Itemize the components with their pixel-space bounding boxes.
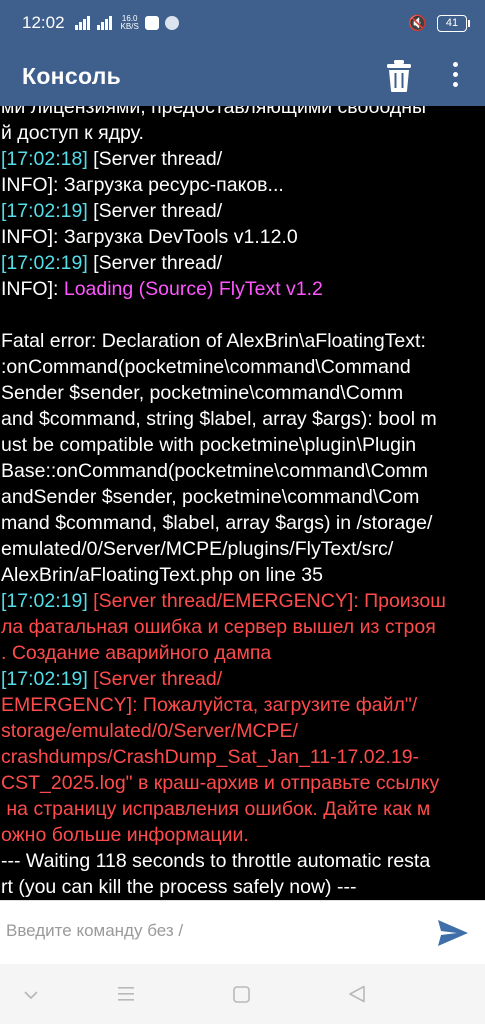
console-segment: [Server thread/ [87,200,223,222]
console-line: Sender $sender, pocketmine\command\Comm [1,380,485,406]
console-segment: rt (you can kill the process safely now)… [1,876,357,898]
command-input-bar: Введите команду без / [0,900,485,964]
console-line: на страницу исправления ошибок. Дайте ка… [1,796,485,822]
console-line: ми лицензиями, предоставляющими свободны [1,106,485,120]
console-segment: Fatal error: Declaration of AlexBrin\aFl… [1,330,426,352]
console-segment: ла фатальная ошибка и сервер вышел из ст… [1,616,436,638]
console-segment: and $command, string $label, array $args… [1,408,437,430]
console-lines: ми лицензиями, предоставляющими свободны… [0,106,485,900]
console-segment: [17:02:19] [1,668,88,690]
console-output[interactable]: ми лицензиями, предоставляющими свободны… [0,106,485,900]
nav-home-icon[interactable] [233,986,250,1003]
console-segment: INFO]: Загрузка DevTools v1.12.0 [1,226,298,248]
nav-back-icon[interactable] [348,985,366,1003]
console-line: INFO]: Загрузка DevTools v1.12.0 [1,224,485,250]
battery-icon: 41 [437,14,470,32]
console-segment: INFO]: Загрузка ресурс-паков... [1,174,284,196]
navigation-bar [0,964,485,1024]
console-line: andSender $sender, pocketmine\command\Co… [1,484,485,510]
console-segment: [Server thread/ [87,252,223,274]
console-segment: andSender $sender, pocketmine\command\Co… [1,486,420,508]
console-segment: AlexBrin/aFloatingText.php on line 35 [1,564,323,586]
console-segment: mand $command, $label, array $args) in /… [1,512,433,534]
nav-menu-icon[interactable] [117,986,135,1002]
page-title: Консоль [22,62,122,89]
console-segment: emulated/0/Server/MCPE/plugins/FlyText/s… [1,538,394,560]
console-segment: ми лицензиями, предоставляющими свободны [1,106,427,118]
command-input[interactable]: Введите команду без / [6,921,406,947]
calendar-icon [144,16,159,30]
console-line: and $command, string $label, array $args… [1,406,485,432]
console-line: INFO]: Загрузка ресурс-паков... [1,172,485,198]
console-segment: EMERGENCY]: Пожалуйста, загрузите файл"/ [1,694,418,716]
notification-icon [164,16,179,30]
status-bar: 12:02 16.0 KB/S 🔇 41 [0,0,485,46]
network-speed-unit: KB/S [120,22,139,31]
console-line: mand $command, $label, array $args) in /… [1,510,485,536]
console-line: CST_2025.log" в краш-архив и отправьте с… [1,770,485,796]
console-segment: crashdumps/CrashDump_Sat_Jan_11-17.02.19… [1,746,420,768]
status-time: 12:02 [22,13,65,32]
console-line: . Создание аварийного дампа [1,640,485,666]
console-line: Fatal error: Declaration of AlexBrin\aFl… [1,328,485,354]
console-line: ла фатальная ошибка и сервер вышел из ст… [1,614,485,640]
console-segment: ust be compatible with pocketmine\plugin… [1,434,417,456]
console-segment: [17:02:19] [1,590,88,612]
nav-down-icon[interactable] [24,990,38,1000]
signal-4g-icon [74,16,91,30]
console-segment: Loading (Source) FlyText v1.2 [63,278,323,300]
console-line: Base::onCommand(pocketmine\command\Comm [1,458,485,484]
console-line: ust be compatible with pocketmine\plugin… [1,432,485,458]
more-vert-icon[interactable] [446,62,464,90]
console-line: :onCommand(pocketmine\command\Command [1,354,485,380]
console-segment: [Server thread/ [87,668,223,690]
console-segment: Sender $sender, pocketmine\command\Comm [1,382,404,404]
console-line: [17:02:19] [Server thread/ [1,198,485,224]
console-segment: [17:02:19] [1,252,88,274]
console-line: EMERGENCY]: Пожалуйста, загрузите файл"/ [1,692,485,718]
console-segment: [Server thread/EMERGENCY]: Произош [87,590,446,612]
signal-icon [96,16,113,30]
console-segment: INFO]: [1,278,64,300]
console-segment: ожно больше информации. [1,824,249,846]
console-segment: й доступ к ядру. [1,122,144,144]
trash-icon[interactable] [386,59,412,93]
console-segment: . Создание аварийного дампа [1,642,272,664]
mute-icon: 🔇 [408,14,427,32]
console-segment: storage/emulated/0/Server/MCPE/ [1,720,298,742]
console-line: [17:02:19] [Server thread/EMERGENCY]: Пр… [1,588,485,614]
console-line: rt (you can kill the process safely now)… [1,874,485,900]
console-line: INFO]: Loading (Source) FlyText v1.2 [1,276,485,302]
console-segment: :onCommand(pocketmine\command\Command [1,356,411,378]
app-bar: Консоль [0,46,485,106]
console-line: AlexBrin/aFloatingText.php on line 35 [1,562,485,588]
console-line: crashdumps/CrashDump_Sat_Jan_11-17.02.19… [1,744,485,770]
console-segment: [Server thread/ [87,148,223,170]
network-speed: 16.0 KB/S [121,15,139,31]
console-line: [17:02:19] [Server thread/ [1,250,485,276]
console-segment: --- Waiting 118 seconds to throttle auto… [1,850,431,872]
console-line: й доступ к ядру. [1,120,485,146]
send-icon[interactable] [437,919,469,947]
console-line: [17:02:19] [Server thread/ [1,666,485,692]
console-segment: на страницу исправления ошибок. Дайте ка… [1,798,431,820]
console-segment: [17:02:19] [1,200,88,222]
console-line: storage/emulated/0/Server/MCPE/ [1,718,485,744]
console-segment: Base::onCommand(pocketmine\command\Comm [1,460,429,482]
console-line: ожно больше информации. [1,822,485,848]
console-line: [17:02:18] [Server thread/ [1,146,485,172]
console-segment: CST_2025.log" в краш-архив и отправьте с… [1,772,440,794]
console-segment: [17:02:18] [1,148,88,170]
console-line: emulated/0/Server/MCPE/plugins/FlyText/s… [1,536,485,562]
battery-level: 41 [445,16,459,29]
console-line: --- Waiting 118 seconds to throttle auto… [1,848,485,874]
